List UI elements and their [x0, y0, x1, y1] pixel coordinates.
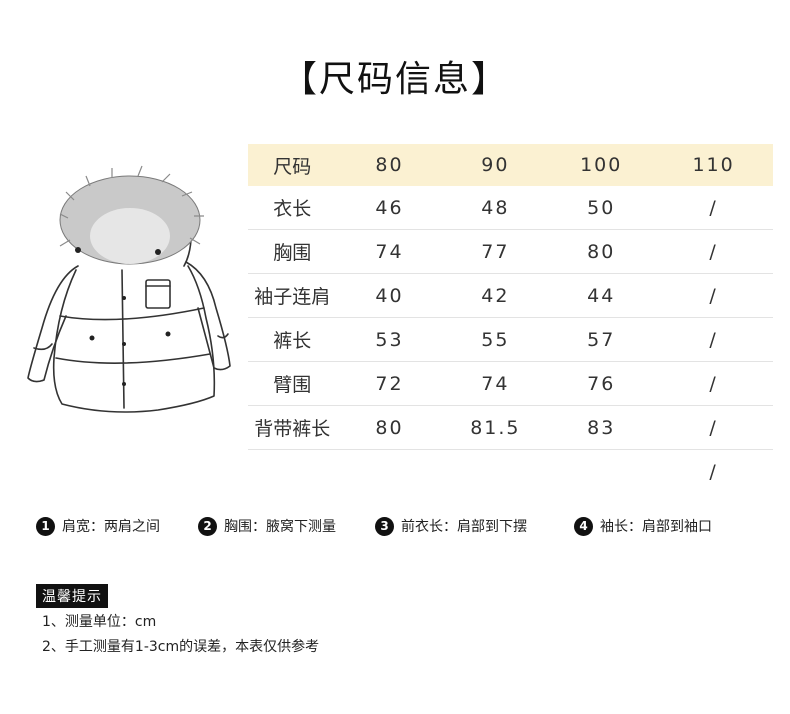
- hooded-coat-illustration: [27, 165, 231, 413]
- row-label: 胸围: [248, 229, 337, 274]
- measure-note: 4 袖长：肩部到袖口: [574, 516, 712, 536]
- table-cell: /: [654, 273, 773, 318]
- table-cell: 55: [442, 317, 549, 362]
- note-text: 袖长：肩部到袖口: [600, 519, 712, 535]
- header-size: 100: [548, 144, 655, 186]
- number-badge: 3: [375, 516, 394, 536]
- row-label: 背带裤长: [248, 405, 337, 450]
- table-row: 胸围 74 77 80 /: [248, 229, 773, 274]
- row-label: 衣长: [248, 186, 337, 230]
- table-cell: 53: [336, 317, 443, 362]
- table-row: 袖子连肩 40 42 44 /: [248, 273, 773, 318]
- header-size: 110: [654, 144, 773, 186]
- table-row: 裤长 53 55 57 /: [248, 317, 773, 362]
- table-row: /: [248, 450, 773, 494]
- measure-note: 1 肩宽：两肩之间: [36, 516, 160, 536]
- row-label: [248, 450, 337, 494]
- table-cell: 81.5: [442, 405, 549, 450]
- table-cell: /: [654, 405, 773, 450]
- page-title: 【尺码信息】: [280, 59, 509, 100]
- tips-badge: 温馨提示: [36, 584, 108, 608]
- table-cell: /: [654, 361, 773, 406]
- table-cell: [548, 450, 654, 494]
- header-label: 尺码: [248, 144, 337, 186]
- table-cell: 74: [442, 361, 549, 406]
- table-cell: [442, 450, 548, 494]
- table-header-row: 尺码 80 90 100 110: [248, 144, 773, 186]
- table-cell: 40: [336, 273, 443, 318]
- number-badge: 1: [36, 516, 55, 536]
- note-text: 胸围：腋窝下测量: [224, 519, 336, 535]
- table-cell: /: [709, 460, 718, 483]
- measure-note: 2 胸围：腋窝下测量: [198, 516, 336, 536]
- table-cell: 42: [442, 273, 549, 318]
- header-size: 80: [336, 144, 443, 186]
- number-badge: 4: [574, 516, 593, 536]
- table-cell: 83: [548, 405, 655, 450]
- table-cell: /: [654, 229, 773, 274]
- table-cell: 74: [336, 229, 443, 274]
- table-row: 衣长 46 48 50 /: [248, 186, 773, 230]
- note-text: 肩宽：两肩之间: [62, 519, 160, 535]
- table-cell: /: [654, 317, 773, 362]
- table-cell: 57: [548, 317, 655, 362]
- table-row: 背带裤长 80 81.5 83 /: [248, 405, 773, 450]
- table-cell: 80: [548, 229, 655, 274]
- table-row: 臂围 72 74 76 /: [248, 361, 773, 406]
- table-cell: 48: [442, 186, 549, 230]
- table-cell: [337, 450, 443, 494]
- tips-line: 2、手工测量有1-3cm的误差，本表仅供参考: [42, 639, 320, 655]
- table-cell: 50: [548, 186, 655, 230]
- row-label: 袖子连肩: [248, 273, 337, 318]
- table-cell: 80: [336, 405, 443, 450]
- table-cell: 72: [336, 361, 443, 406]
- row-label: 臂围: [248, 361, 337, 406]
- header-size: 90: [442, 144, 549, 186]
- table-cell: 76: [548, 361, 655, 406]
- row-label: 裤长: [248, 317, 337, 362]
- table-cell: 77: [442, 229, 549, 274]
- table-cell: /: [654, 186, 773, 230]
- measure-note: 3 前衣长：肩部到下摆: [375, 516, 527, 536]
- tips-line: 1、测量单位：cm: [42, 614, 157, 630]
- table-cell: 44: [548, 273, 655, 318]
- note-text: 前衣长：肩部到下摆: [401, 519, 527, 535]
- number-badge: 2: [198, 516, 217, 536]
- size-table: 尺码 80 90 100 110 衣长 46 48 50 / 胸围 74 77 …: [248, 144, 773, 493]
- table-cell: 46: [336, 186, 443, 230]
- measure-notes: 1 肩宽：两肩之间 2 胸围：腋窝下测量 3 前衣长：肩部到下摆 4 袖长：肩部…: [36, 516, 776, 540]
